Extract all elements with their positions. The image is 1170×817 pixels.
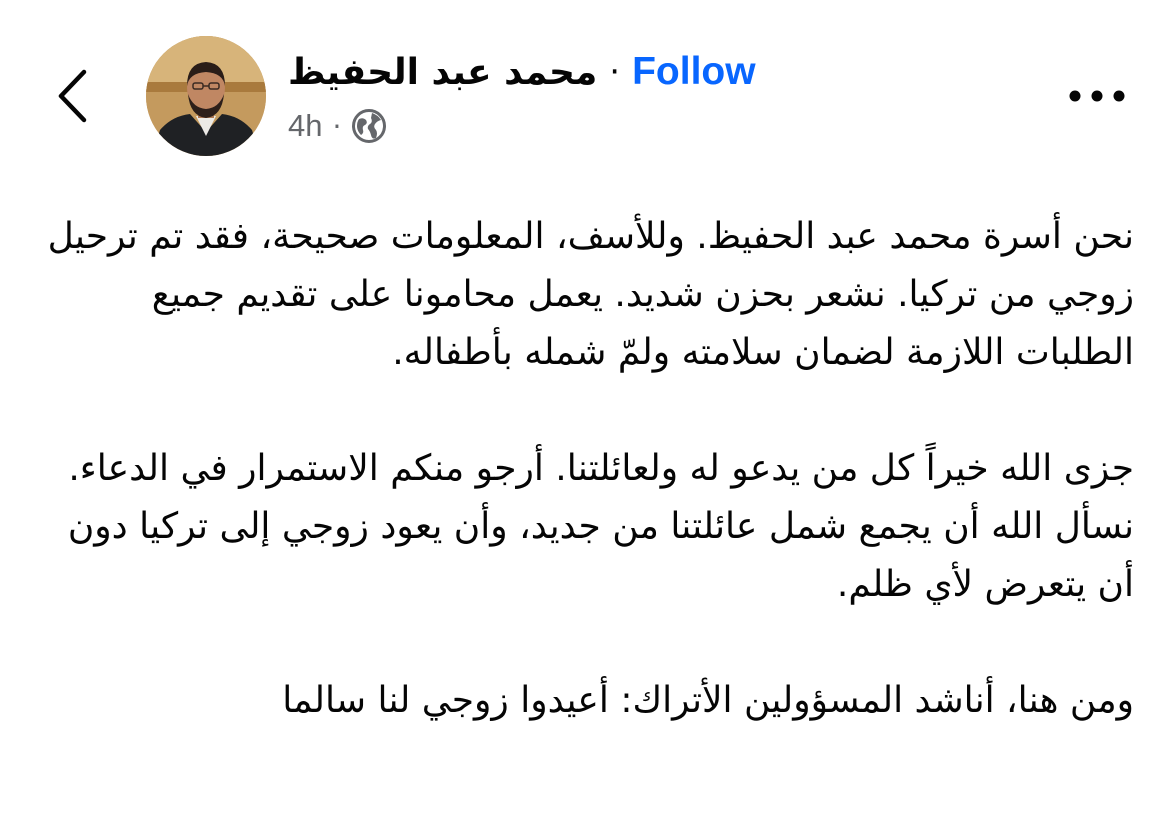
avatar[interactable] (146, 36, 266, 156)
post-meta: 4h · (288, 104, 387, 148)
follow-button[interactable]: Follow (632, 50, 755, 94)
post-timestamp[interactable]: 4h (288, 108, 322, 144)
post-body: نحن أسرة محمد عبد الحفيظ. وللأسف، المعلو… (28, 208, 1134, 730)
avatar-image (146, 36, 266, 156)
name-separator: · (609, 52, 621, 92)
post-header: محمد عبد الحفيظ · Follow 4h · (0, 0, 1170, 170)
globe-icon[interactable] (351, 108, 387, 144)
post-paragraph-3: ومن هنا، أناشد المسؤولين الأتراك: أعيدوا… (282, 680, 1134, 721)
more-options-button[interactable] (1062, 76, 1132, 116)
more-options-icon (1069, 90, 1125, 102)
back-button[interactable] (42, 62, 102, 130)
post-paragraph-1: نحن أسرة محمد عبد الحفيظ. وللأسف، المعلو… (47, 216, 1134, 373)
author-name[interactable]: محمد عبد الحفيظ (288, 52, 597, 93)
chevron-left-icon (58, 69, 87, 123)
post-paragraph-2: جزى الله خيراً كل من يدعو له ولعائلتنا. … (67, 448, 1134, 605)
author-row: محمد عبد الحفيظ · Follow (288, 44, 756, 100)
meta-separator: · (332, 109, 342, 143)
